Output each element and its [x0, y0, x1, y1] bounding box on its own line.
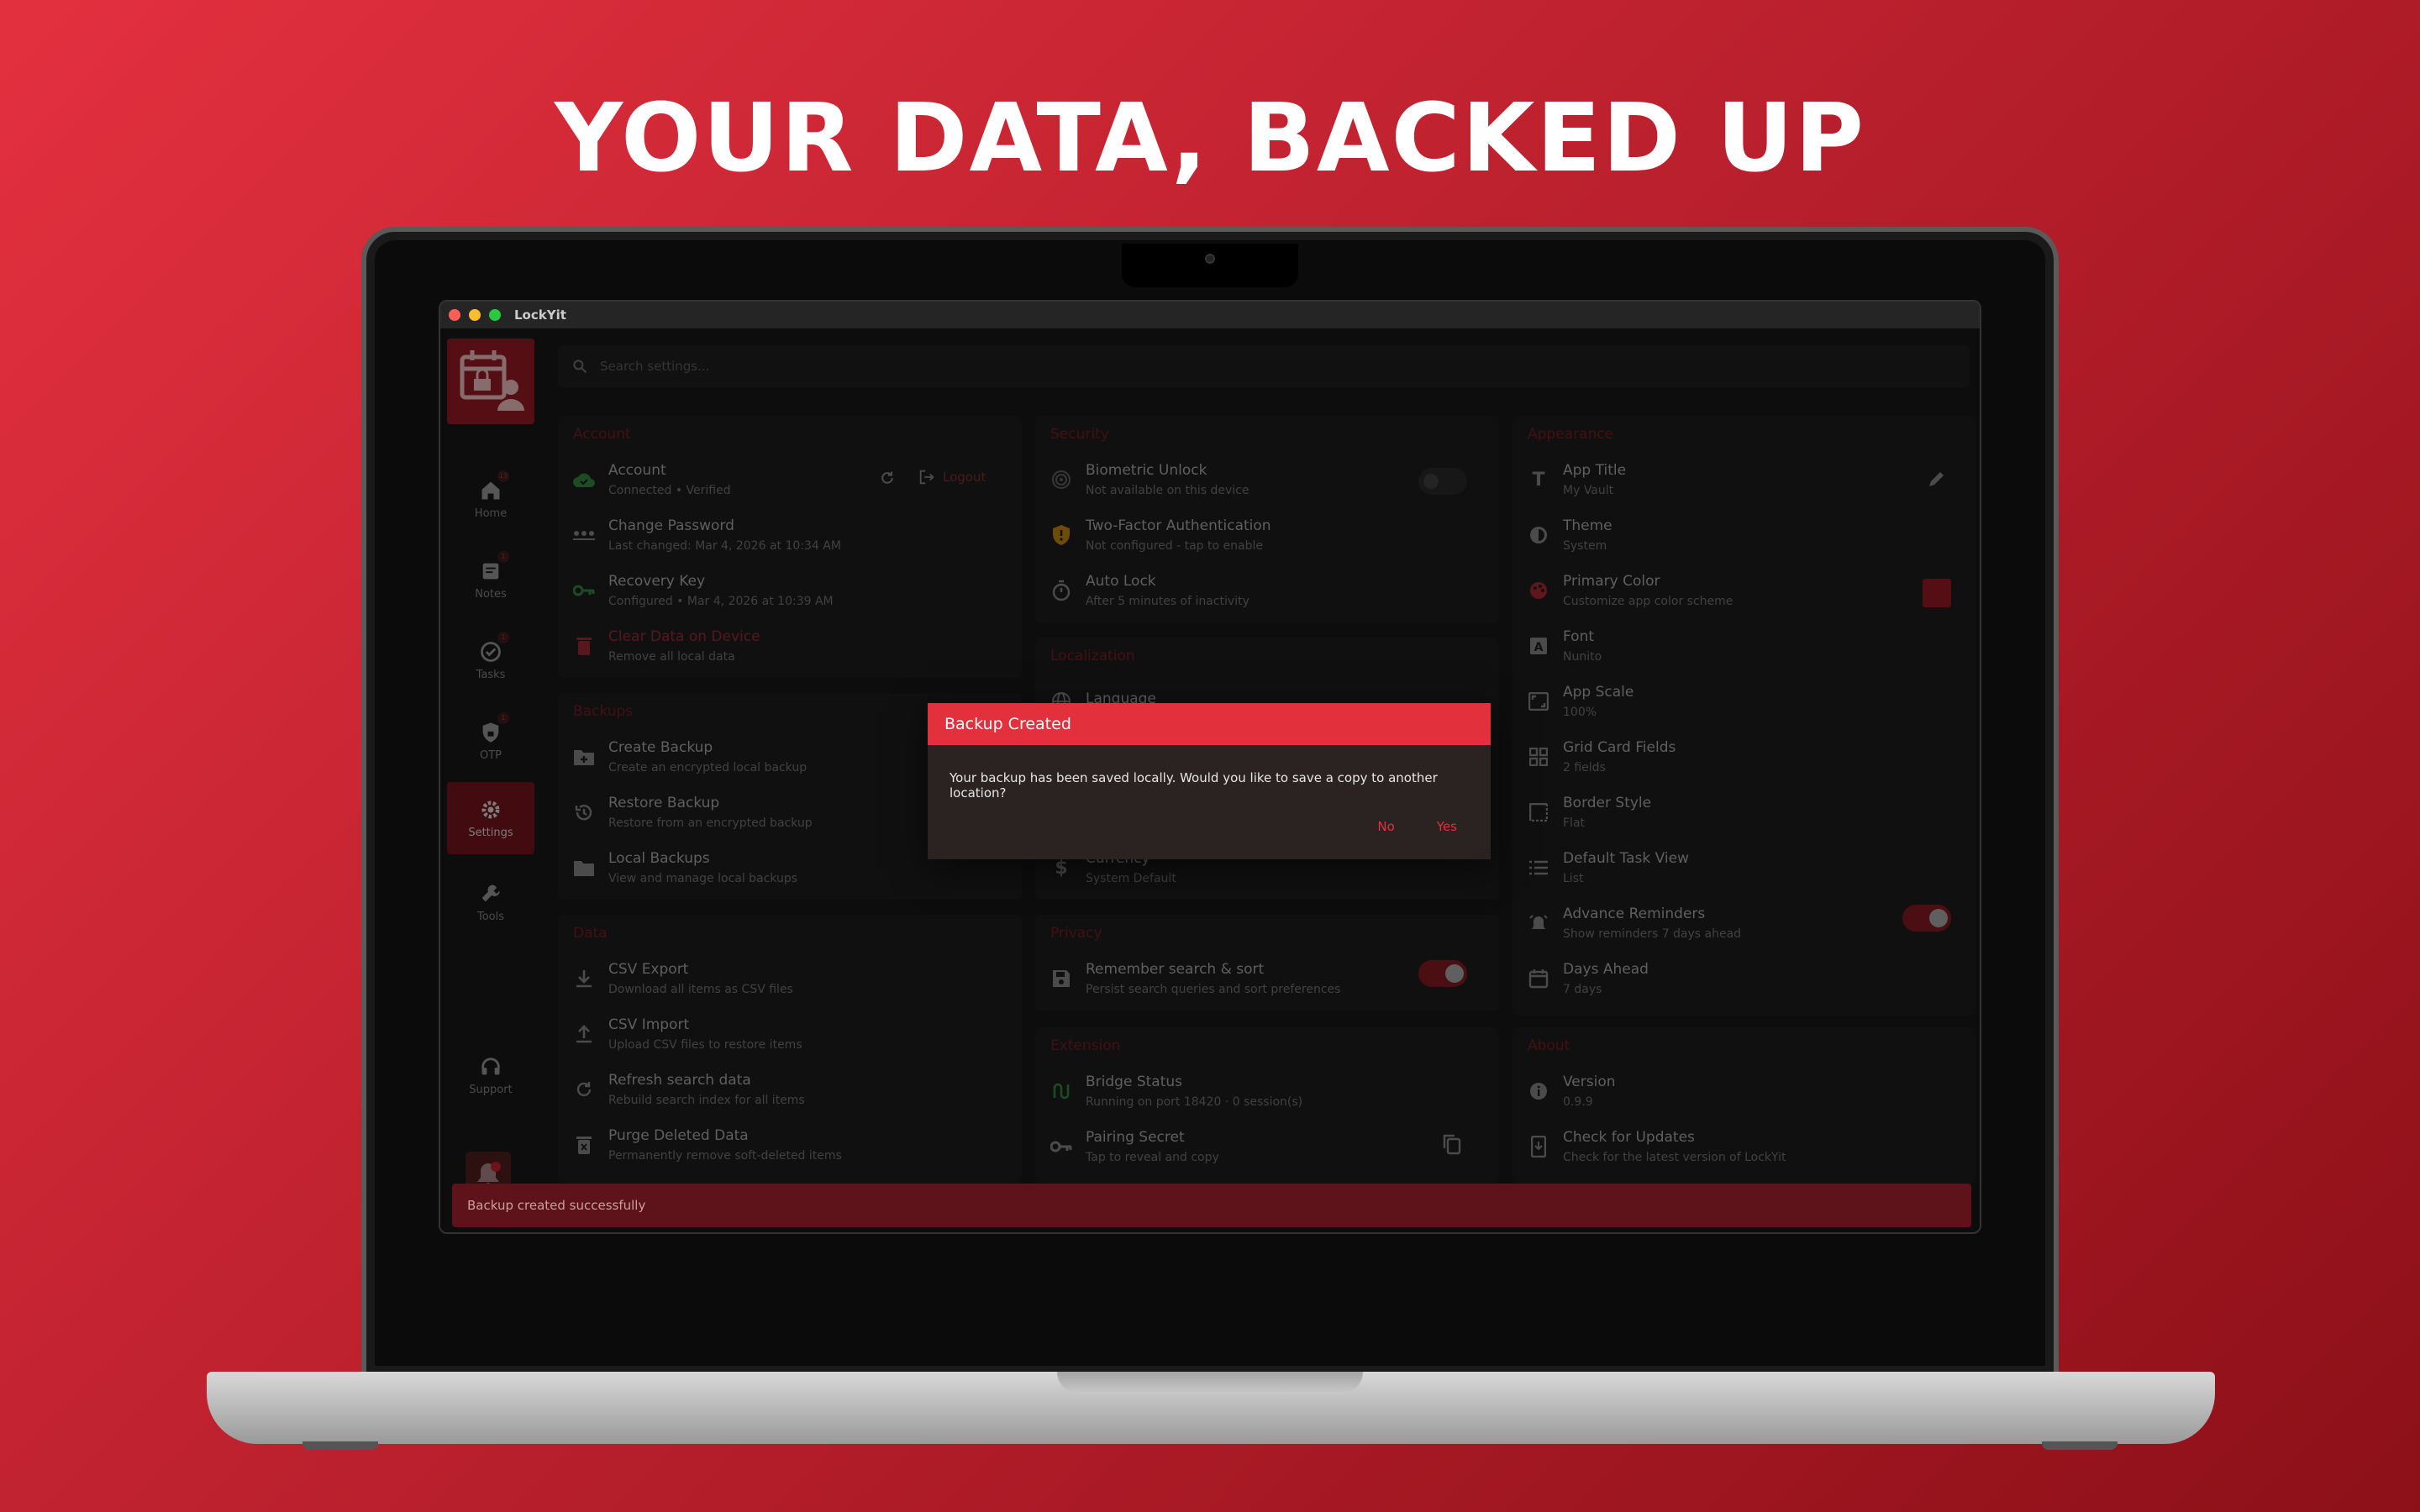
snackbar: Backup created successfully [452, 1184, 1971, 1227]
zoom-window-button[interactable] [489, 309, 501, 321]
laptop-foot-left [302, 1441, 378, 1450]
headline: YOUR DATA, BACKED UP [555, 84, 1865, 193]
camera-notch [1122, 244, 1298, 287]
dialog-yes-button[interactable]: Yes [1437, 819, 1457, 834]
dialog-title: Backup Created [928, 703, 1491, 745]
close-window-button[interactable] [449, 309, 460, 321]
camera-icon [1205, 254, 1215, 264]
dialog-no-button[interactable]: No [1377, 819, 1394, 834]
dialog-message: Your backup has been saved locally. Woul… [950, 770, 1438, 801]
title-bar: LockYit [440, 302, 1980, 328]
minimize-window-button[interactable] [469, 309, 481, 321]
snackbar-message: Backup created successfully [467, 1198, 646, 1213]
laptop-foot-right [2042, 1441, 2118, 1450]
laptop-base-notch [1057, 1372, 1363, 1394]
backup-created-dialog: Backup Created Your backup has been save… [928, 703, 1491, 859]
window-title: LockYit [514, 307, 566, 323]
